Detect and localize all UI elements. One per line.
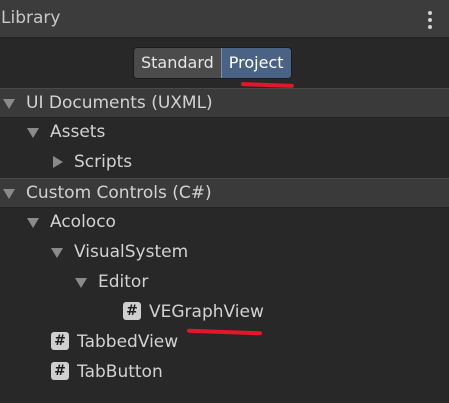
tree-item-label: Assets: [50, 122, 106, 142]
tree-category-ui-documents[interactable]: UI Documents (UXML): [0, 88, 449, 118]
tree-item-label: TabbedView: [77, 332, 179, 352]
tree-item-tabbutton[interactable]: # TabButton: [0, 358, 449, 388]
tree-item-label: VEGraphView: [149, 302, 264, 322]
expand-arrow-icon[interactable]: [3, 189, 15, 199]
project-toggle-button[interactable]: Project: [220, 48, 291, 78]
library-panel: Library Standard Project UI Documents (U…: [0, 0, 449, 403]
csharp-script-icon: #: [123, 302, 141, 320]
tree-item-label: TabButton: [77, 362, 163, 382]
panel-title: Library: [1, 8, 61, 28]
tree-item-acoloco[interactable]: Acoloco: [0, 208, 449, 238]
kebab-menu-icon[interactable]: [427, 11, 433, 29]
tree-item-tabbedview[interactable]: # TabbedView: [0, 328, 449, 358]
expand-arrow-icon[interactable]: [75, 278, 87, 288]
tree-item-label: VisualSystem: [74, 242, 189, 262]
panel-header: Library: [0, 0, 449, 38]
expand-arrow-icon[interactable]: [27, 128, 39, 138]
expand-arrow-icon[interactable]: [27, 218, 39, 228]
expand-arrow-icon[interactable]: [51, 248, 63, 258]
standard-toggle-button[interactable]: Standard: [134, 48, 221, 78]
expand-arrow-icon[interactable]: [3, 99, 15, 109]
csharp-script-icon: #: [51, 332, 69, 350]
tree-item-vegraphview[interactable]: # VEGraphView: [0, 298, 449, 328]
tree-item-label: Acoloco: [50, 212, 116, 232]
tree-category-custom-controls[interactable]: Custom Controls (C#): [0, 178, 449, 208]
tree-item-assets[interactable]: Assets: [0, 118, 449, 148]
tree-category-label: Custom Controls (C#): [26, 183, 212, 203]
tree-item-scripts[interactable]: Scripts: [0, 148, 449, 178]
csharp-script-icon: #: [51, 362, 69, 380]
tree-item-label: Scripts: [74, 152, 133, 172]
tree-item-editor[interactable]: Editor: [0, 268, 449, 298]
library-mode-toggle: Standard Project: [133, 47, 292, 79]
collapsed-arrow-icon[interactable]: [53, 156, 63, 168]
tree-category-label: UI Documents (UXML): [26, 93, 213, 113]
tree-item-visualsystem[interactable]: VisualSystem: [0, 238, 449, 268]
tree-item-label: Editor: [98, 272, 149, 292]
